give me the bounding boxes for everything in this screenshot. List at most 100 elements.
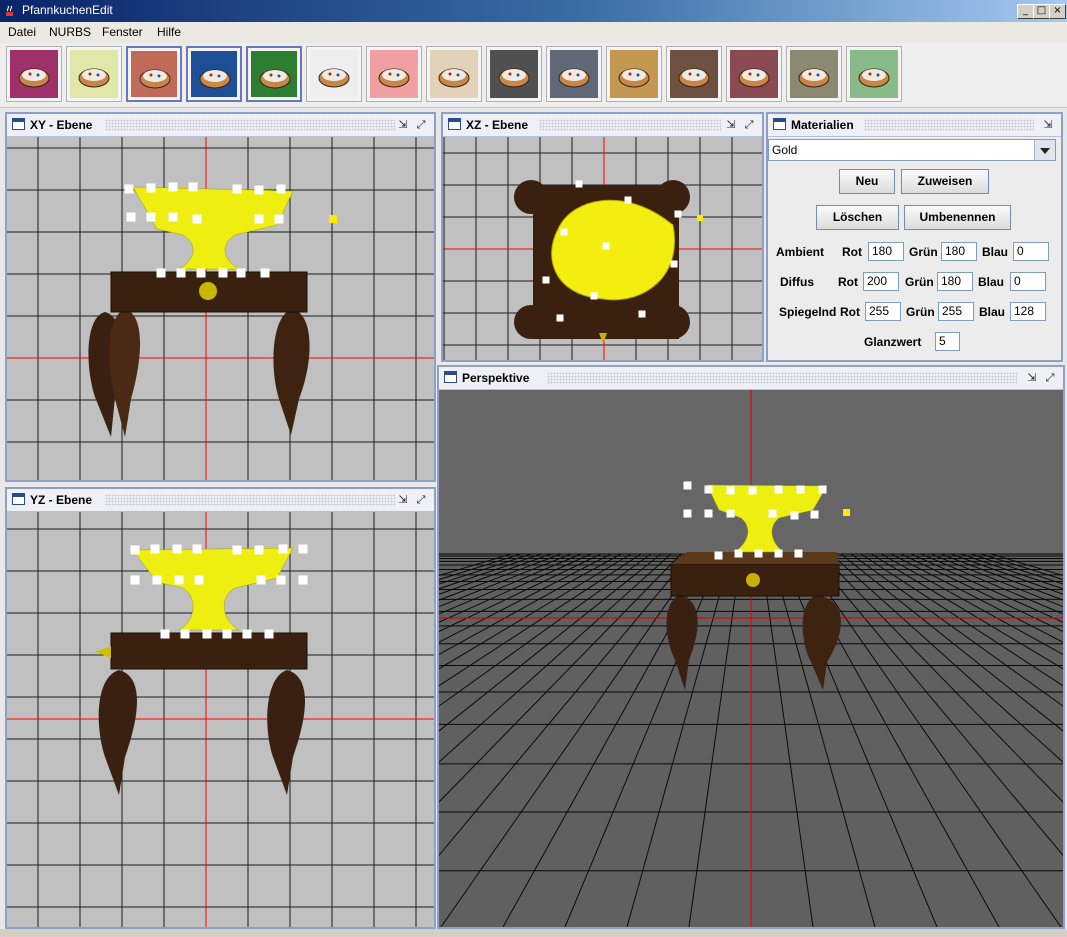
ambient-blue-label: Blau — [982, 245, 1009, 259]
toolbar-button-3[interactable] — [126, 46, 182, 102]
toolbar-button-2[interactable] — [66, 46, 122, 102]
status-bar — [0, 929, 1067, 937]
perspective-view-window[interactable]: Perspektive ⇲ ⤢ — [0, 365, 1067, 929]
array-pancakes-icon — [430, 50, 478, 98]
window-icon — [12, 493, 25, 505]
maximize-icon[interactable]: ⤢ — [742, 118, 756, 132]
toolbar-button-10[interactable] — [546, 46, 602, 102]
yz-canvas[interactable] — [7, 512, 434, 927]
menu-nurbs[interactable]: NURBS — [49, 25, 91, 39]
xz-view-window[interactable]: XZ - Ebene ⇲ ⤢ — [441, 112, 764, 362]
scale-icon — [550, 50, 598, 98]
maximize-button[interactable]: □ — [1033, 4, 1050, 19]
maximize-icon[interactable]: ⤢ — [414, 118, 428, 132]
material-select-value: Gold — [772, 143, 798, 157]
window-title-bar: PfannkuchenEdit _ □ × — [0, 0, 1067, 22]
perspective-viewport[interactable] — [0, 390, 1067, 928]
materials-header: Materialien ⇲ — [768, 114, 1061, 137]
perspective-canvas[interactable] — [0, 390, 1067, 928]
diffuse-red-field[interactable]: 200 — [863, 272, 899, 291]
restore-icon[interactable]: ⇲ — [396, 118, 410, 132]
toolbar — [0, 43, 1067, 108]
chevron-down-icon[interactable] — [1034, 140, 1055, 160]
menu-hilfe[interactable]: Hilfe — [157, 25, 181, 39]
particles-icon — [490, 50, 538, 98]
specular-label: Spiegelnd — [779, 305, 837, 319]
restore-icon[interactable]: ⇲ — [1025, 371, 1039, 385]
specular-blue-label: Blau — [979, 305, 1006, 319]
render-light-icon — [850, 50, 898, 98]
menu-datei[interactable]: Datei — [8, 25, 36, 39]
materials-window[interactable]: Materialien ⇲ Gold Neu Zuweisen Löschen … — [766, 112, 1063, 362]
restore-icon[interactable]: ⇲ — [1041, 118, 1055, 132]
ambient-red-label: Rot — [842, 245, 862, 259]
xy-view-title: XY - Ebene — [30, 118, 93, 132]
window-icon — [12, 118, 25, 130]
toolbar-button-9[interactable] — [486, 46, 542, 102]
diffuse-blue-label: Blau — [978, 275, 1005, 289]
cut-donut-icon — [670, 50, 718, 98]
toolbar-button-12[interactable] — [666, 46, 722, 102]
close-button[interactable]: × — [1049, 4, 1066, 19]
xy-view-window[interactable]: XY - Ebene ⇲ ⤢ — [5, 112, 436, 482]
specular-blue-field[interactable]: 128 — [1010, 302, 1046, 321]
roll-icon — [790, 50, 838, 98]
toolbar-button-4[interactable] — [186, 46, 242, 102]
window-icon — [773, 118, 786, 130]
toolbar-button-5[interactable] — [246, 46, 302, 102]
xz-canvas[interactable] — [443, 137, 762, 360]
toolbar-button-8[interactable] — [426, 46, 482, 102]
diffuse-blue-field[interactable]: 0 — [1010, 272, 1046, 291]
perspective-view-header: Perspektive ⇲ ⤢ — [439, 367, 1063, 390]
select-pancake-icon — [70, 50, 118, 98]
donut-icon — [610, 50, 658, 98]
materials-body: Gold Neu Zuweisen Löschen Umbenennen Amb… — [768, 137, 1061, 360]
specular-red-label: Rot — [840, 305, 860, 319]
diffuse-green-field[interactable]: 180 — [937, 272, 973, 291]
xz-view-title: XZ - Ebene — [466, 118, 529, 132]
yz-view-window[interactable]: YZ - Ebene ⇲ ⤢ — [5, 487, 436, 929]
window-icon — [444, 371, 457, 383]
xz-viewport[interactable] — [443, 137, 762, 360]
edit-points-icon — [131, 51, 177, 97]
toolbar-button-1[interactable] — [6, 46, 62, 102]
rename-material-button[interactable]: Umbenennen — [904, 205, 1011, 230]
yz-view-header: YZ - Ebene ⇲ ⤢ — [7, 489, 434, 512]
toolbar-button-13[interactable] — [726, 46, 782, 102]
slice-donut-icon — [730, 50, 778, 98]
specular-red-field[interactable]: 255 — [865, 302, 901, 321]
toolbar-button-15[interactable] — [846, 46, 902, 102]
xz-view-header: XZ - Ebene ⇲ ⤢ — [443, 114, 762, 137]
specular-green-label: Grün — [906, 305, 935, 319]
xy-canvas[interactable] — [7, 137, 434, 480]
shininess-field[interactable]: 5 — [935, 332, 960, 351]
ambient-red-field[interactable]: 180 — [868, 242, 904, 261]
xy-view-header: XY - Ebene ⇲ ⤢ — [7, 114, 434, 137]
window-title: PfannkuchenEdit — [22, 3, 113, 17]
toolbar-button-7[interactable] — [366, 46, 422, 102]
restore-icon[interactable]: ⇲ — [396, 493, 410, 507]
delete-material-button[interactable]: Löschen — [816, 205, 899, 230]
new-material-button[interactable]: Neu — [839, 169, 895, 194]
toolbar-button-6[interactable] — [306, 46, 362, 102]
maximize-icon[interactable]: ⤢ — [1043, 371, 1057, 385]
yz-viewport[interactable] — [7, 512, 434, 927]
java-cup-icon — [6, 5, 13, 16]
window-icon — [448, 118, 461, 130]
maximize-icon[interactable]: ⤢ — [414, 493, 428, 507]
diffuse-label: Diffus — [780, 275, 814, 289]
xy-viewport[interactable] — [7, 137, 434, 480]
settings-pancake-icon — [10, 50, 58, 98]
material-select[interactable]: Gold — [768, 139, 1056, 161]
assign-material-button[interactable]: Zuweisen — [901, 169, 989, 194]
toolbar-button-11[interactable] — [606, 46, 662, 102]
minimize-button[interactable]: _ — [1017, 4, 1034, 19]
menu-fenster[interactable]: Fenster — [102, 25, 143, 39]
specular-green-field[interactable]: 255 — [938, 302, 974, 321]
perspective-view-title: Perspektive — [462, 371, 530, 385]
diffuse-red-label: Rot — [838, 275, 858, 289]
restore-icon[interactable]: ⇲ — [724, 118, 738, 132]
ambient-green-field[interactable]: 180 — [941, 242, 977, 261]
toolbar-button-14[interactable] — [786, 46, 842, 102]
ambient-blue-field[interactable]: 0 — [1013, 242, 1049, 261]
